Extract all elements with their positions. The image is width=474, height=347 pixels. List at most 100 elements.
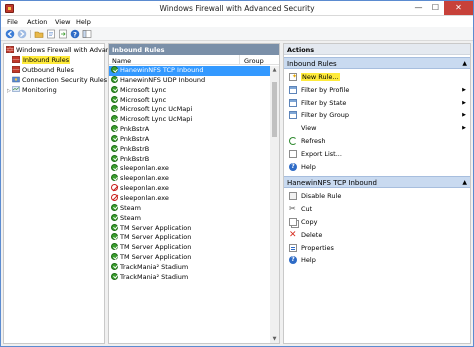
rule-row[interactable]: PnkBstrA (109, 125, 271, 135)
collapse-icon[interactable]: ▲ (462, 60, 467, 67)
tree-item-connection-security-rules[interactable]: Connection Security Rules (12, 76, 107, 85)
action-filter-by-profile[interactable]: Filter by Profile ▶ (284, 84, 470, 96)
outbound-rules-icon (12, 66, 20, 73)
tree-item-inbound-rules[interactable]: Inbound Rules (12, 56, 71, 65)
menu-help[interactable]: Help (76, 18, 91, 26)
tree-item-label: Inbound Rules (22, 56, 71, 64)
help-icon: ? (289, 162, 297, 171)
filter-icon (289, 85, 297, 94)
export-toolbar-icon[interactable] (58, 29, 68, 39)
action-properties[interactable]: Properties (284, 242, 470, 254)
rule-name: Microsoft Lync UcMapi (120, 115, 193, 124)
rule-row[interactable]: Microsoft Lync UcMapi (109, 105, 271, 115)
action-help[interactable]: ? Help (284, 161, 470, 173)
action-refresh[interactable]: Refresh (284, 135, 470, 147)
action-help[interactable]: ? Help (284, 254, 470, 266)
rule-row[interactable]: sleeponlan.exe (109, 184, 271, 194)
rules-list: HanewinNFS TCP Inbound HanewinNFS UDP Inb… (109, 66, 271, 283)
action-label: Copy (301, 218, 318, 226)
column-name[interactable]: Name (112, 57, 131, 65)
allow-rule-icon (111, 233, 118, 241)
disable-icon (289, 192, 297, 201)
rule-row[interactable]: Microsoft Lync UcMapi (109, 115, 271, 125)
rule-row[interactable]: PnkBstrB (109, 154, 271, 165)
help-toolbar-icon[interactable]: ? (70, 29, 80, 39)
collapse-icon[interactable]: ▲ (462, 179, 467, 186)
vertical-scrollbar[interactable]: ▲ ▼ (270, 66, 279, 343)
rule-row[interactable]: HanewinNFS TCP Inbound (109, 66, 271, 76)
rule-name: Steam (120, 203, 141, 212)
actions-section-header[interactable]: Inbound Rules ▲ (284, 57, 470, 69)
properties-toolbar-icon[interactable] (46, 29, 56, 39)
action-label: Disable Rule (301, 192, 342, 201)
rule-row[interactable]: Microsoft Lync (109, 85, 271, 96)
action-label: Help (301, 162, 316, 171)
forward-icon[interactable] (17, 29, 27, 39)
rule-name: Microsoft Lync (120, 85, 167, 94)
rule-row[interactable]: TM Server Application (109, 253, 271, 263)
rule-row[interactable]: Microsoft Lync (109, 95, 271, 106)
cut-icon: ✂ (289, 204, 296, 214)
back-icon[interactable] (5, 29, 15, 39)
menu-action[interactable]: Action (27, 18, 47, 26)
folder-icon[interactable] (34, 29, 44, 39)
action-new-rule[interactable]: New Rule... (284, 71, 470, 83)
tree-root[interactable]: Windows Firewall with Advance (6, 46, 118, 55)
allow-rule-icon (111, 272, 118, 280)
action-delete[interactable]: ✕ Delete (284, 229, 470, 241)
new-rule-icon (289, 71, 297, 83)
rule-row[interactable]: TM Server Application (109, 223, 271, 234)
scroll-up-icon[interactable]: ▲ (270, 66, 279, 74)
action-view[interactable]: View ▶ (284, 122, 470, 134)
rule-row[interactable]: PnkBstrA (109, 134, 271, 145)
rule-row[interactable]: TrackMania² Stadium (109, 272, 271, 283)
rule-row[interactable]: TrackMania² Stadium (109, 262, 271, 273)
allow-rule-icon (111, 262, 118, 270)
rule-name: Steam (120, 213, 141, 222)
tree-item-monitoring[interactable]: ▷ Monitoring (7, 86, 57, 95)
rule-row[interactable]: HanewinNFS UDP Inbound (109, 75, 271, 86)
allow-rule-icon (111, 95, 118, 103)
rule-row[interactable]: sleeponlan.exe (109, 193, 271, 204)
column-divider[interactable] (239, 55, 240, 65)
rule-row[interactable]: TM Server Application (109, 243, 271, 253)
rule-name: Microsoft Lync (120, 95, 167, 104)
tree-item-label: Monitoring (22, 86, 57, 94)
action-disable-rule[interactable]: Disable Rule (284, 190, 470, 202)
action-copy[interactable]: Copy (284, 216, 470, 228)
action-filter-by-group[interactable]: Filter by Group ▶ (284, 109, 470, 121)
tree-item-label: Connection Security Rules (22, 76, 108, 84)
maximize-button[interactable]: ☐ (427, 1, 444, 15)
rule-row[interactable]: TM Server Application (109, 233, 271, 243)
rule-name: TrackMania² Stadium (120, 262, 189, 271)
action-filter-by-state[interactable]: Filter by State ▶ (284, 97, 470, 109)
action-export-list[interactable]: Export List... (284, 148, 470, 160)
inbound-rules-icon (12, 56, 20, 63)
action-label: Refresh (301, 137, 326, 145)
rule-row[interactable]: sleeponlan.exe (109, 174, 271, 184)
console-tree: Windows Firewall with Advance Inbound Ru… (3, 43, 118, 344)
rule-row[interactable]: PnkBstrB (109, 144, 271, 155)
menu-view[interactable]: View (55, 18, 70, 26)
minimize-button[interactable]: — (410, 1, 427, 15)
tree-item-outbound-rules[interactable]: Outbound Rules (12, 66, 74, 75)
rule-row[interactable]: Steam (109, 203, 271, 214)
scroll-thumb[interactable] (272, 82, 277, 137)
action-cut[interactable]: ✂ Cut (284, 203, 470, 215)
console-tree-icon[interactable] (82, 29, 92, 39)
toolbar: ? (1, 27, 473, 41)
scroll-down-icon[interactable]: ▼ (270, 335, 279, 343)
rule-row[interactable]: Steam (109, 213, 271, 224)
column-group[interactable]: Group (244, 57, 264, 65)
tree-root-label: Windows Firewall with Advance (16, 46, 118, 54)
allow-rule-icon (111, 174, 118, 182)
close-button[interactable]: ✕ (444, 1, 473, 15)
allow-rule-icon (111, 203, 118, 211)
menu-file[interactable]: File (7, 18, 18, 26)
allow-rule-icon (111, 154, 118, 162)
filter-icon (289, 111, 297, 120)
actions-section-header[interactable]: HanewinNFS TCP Inbound ▲ (284, 176, 470, 189)
rule-name: sleeponlan.exe (120, 164, 169, 173)
rule-row[interactable]: sleeponlan.exe (109, 164, 271, 174)
monitoring-icon (12, 86, 20, 93)
